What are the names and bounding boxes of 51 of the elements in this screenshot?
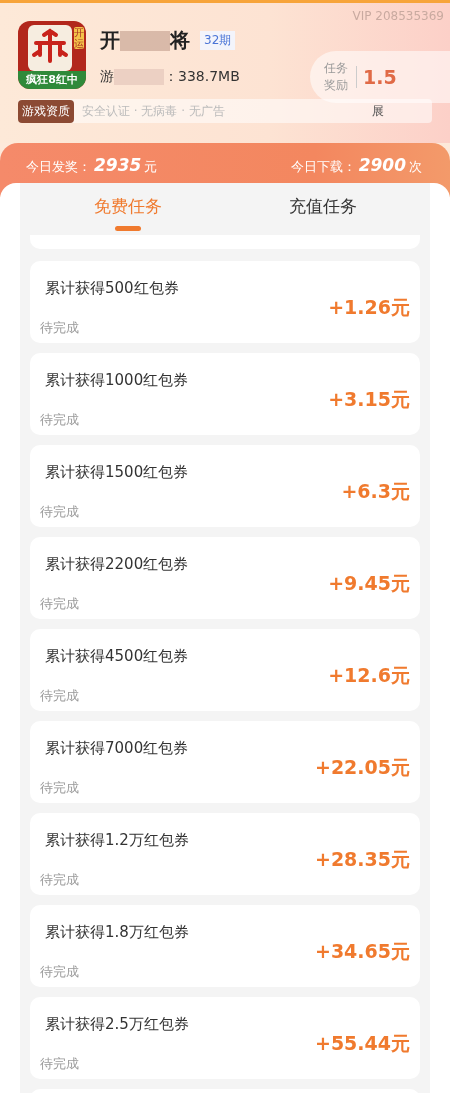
task-card[interactable]: 累计获得2200红包券 +9.45元 待完成 <box>30 537 420 619</box>
reward-amount: +6.3元 <box>341 479 410 504</box>
task-card[interactable]: 累计获得1000红包券 +3.15元 待完成 <box>30 353 420 435</box>
task-status: 待完成 <box>40 687 80 706</box>
reward-amount: +9.45元 <box>328 571 410 596</box>
task-card[interactable]: 累计获得4500红包券 +12.6元 待完成 <box>30 629 420 711</box>
task-title: 累计获得2.5万红包券 <box>44 1014 190 1034</box>
expand-link[interactable]: 展 <box>372 102 384 120</box>
task-status: 待完成 <box>40 963 80 982</box>
task-status: 待完成 <box>40 779 80 798</box>
quality-text: 安全认证 · 无病毒 · 无广告 <box>82 102 226 120</box>
stat-text: 今日下载： 2900 次 <box>290 155 422 177</box>
task-title: 累计获得1.2万红包券 <box>44 830 190 850</box>
task-title: 累计获得1000红包券 <box>44 370 190 390</box>
task-status: 待完成 <box>40 503 80 522</box>
task-card[interactable]: 累计获得7000红包券 +22.05元 待完成 <box>30 721 420 803</box>
task-title: 累计获得500红包券 <box>44 278 180 298</box>
task-title: 累计获得2200红包券 <box>44 554 190 574</box>
reward-amount: +1.26元 <box>328 295 410 320</box>
app-title: 开 <box>100 27 120 54</box>
task-card[interactable]: 累计获得1.8万红包券 +34.65元 待完成 <box>30 905 420 987</box>
task-status: 待完成 <box>40 411 80 430</box>
task-title: 累计获得7000红包券 <box>44 738 190 758</box>
task-title: 累计获得4500红包券 <box>44 646 190 666</box>
tab[interactable]: 充值任务 <box>225 183 420 235</box>
app-icon: 开运 疯狂8红中 <box>18 21 86 89</box>
reward-label: 任务奖励 <box>324 60 349 94</box>
reward-amount: +12.6元 <box>328 663 410 688</box>
task-card[interactable]: 累计获得500红包券 +1.26元 待完成 <box>30 261 420 343</box>
task-card[interactable]: 累计获得1500红包券 +6.3元 待完成 <box>30 445 420 527</box>
app-title: 将 <box>170 27 190 54</box>
task-status: 待完成 <box>40 319 80 338</box>
task-status: 待完成 <box>40 595 80 614</box>
reward-amount: +34.65元 <box>314 939 410 964</box>
size-value: ：338.7MB <box>164 68 240 86</box>
blurred-text <box>120 30 170 51</box>
reward-amount: +55.44元 <box>314 1031 410 1056</box>
reward-amount: +3.15元 <box>328 387 410 412</box>
reward-amount: +28.35元 <box>314 847 410 872</box>
stat-text: 今日发奖： 2935 元 <box>26 155 158 177</box>
task-status: 待完成 <box>40 1055 80 1074</box>
task-title: 累计获得1500红包券 <box>44 462 190 482</box>
task-card[interactable]: 累计获得1.2万红包券 +28.35元 待完成 <box>30 813 420 895</box>
task-card[interactable]: 累计获得2.5万红包券 +55.44元 待完成 <box>30 997 420 1079</box>
task-title: 累计获得1.8万红包券 <box>44 922 190 942</box>
size-label: 游 <box>100 68 114 86</box>
quality-tag: 游戏资质 <box>18 99 74 123</box>
reward-amount: +22.05元 <box>314 755 410 780</box>
reward-value: 1.5 <box>356 66 397 88</box>
period-tag: 32期 <box>200 31 236 50</box>
task-status: 待完成 <box>40 871 80 890</box>
